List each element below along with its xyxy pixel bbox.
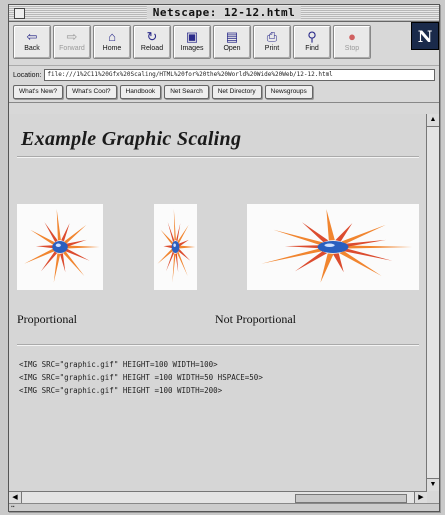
location-label: Location: xyxy=(13,71,42,79)
toolbar-button-label: Images xyxy=(180,45,204,52)
reload-icon: ↻ xyxy=(146,29,158,44)
back-arrow-icon: ⇦ xyxy=(26,29,38,44)
directory-button-what-s-cool[interactable]: What's Cool? xyxy=(66,85,117,99)
window-title: Netscape: 12-12.html xyxy=(146,6,302,19)
images-icon: ▣ xyxy=(185,29,199,44)
toolbar-button-label: Print xyxy=(264,45,280,52)
location-bar: Location: file:///1%2C11%20Gfx%20Scaling… xyxy=(9,66,439,84)
find-icon: ⚲ xyxy=(307,29,317,44)
stop-button[interactable]: ● Stop xyxy=(333,25,371,59)
toolbar-button-label: Reload xyxy=(140,45,164,52)
scroll-up-icon[interactable]: ▲ xyxy=(427,114,439,127)
scroll-down-icon[interactable]: ▼ xyxy=(427,478,439,491)
home-icon: ⌂ xyxy=(108,29,116,44)
vertical-scrollbar[interactable]: ▲ ▼ xyxy=(426,114,439,491)
scroll-thumb[interactable] xyxy=(295,494,407,503)
print-icon: ⎙ xyxy=(266,29,278,44)
caption-proportional: Proportional xyxy=(17,312,77,326)
directory-button-handbook[interactable]: Handbook xyxy=(119,85,162,99)
forward-button[interactable]: ⇨ Forward xyxy=(53,25,91,59)
divider xyxy=(17,344,419,346)
code-line: <IMG SRC="graphic.gif" HEIGHT =100 WIDTH… xyxy=(19,386,223,395)
netscape-logo: N xyxy=(411,22,439,50)
images-button[interactable]: ▣ Images xyxy=(173,25,211,59)
toolbar-button-label: Back xyxy=(24,45,40,52)
close-box[interactable] xyxy=(14,8,25,19)
starburst-graphic xyxy=(157,209,196,283)
browser-window: Netscape: 12-12.html ⇦ Back ⇨ Forward ⌂ Home ↻… xyxy=(8,4,440,512)
starburst-graphic xyxy=(261,209,413,283)
toolbar-button-label: Stop xyxy=(344,45,360,52)
stop-icon: ● xyxy=(348,29,356,44)
toolbar-button-label: Home xyxy=(102,45,122,52)
directory-button-newsgroups[interactable]: Newsgroups xyxy=(264,85,313,99)
caption-not-proportional: Not Proportional xyxy=(215,312,296,326)
back-button[interactable]: ⇦ Back xyxy=(13,25,51,59)
code-line: <IMG SRC="graphic.gif" HEIGHT=100 WIDTH=… xyxy=(19,360,218,369)
divider xyxy=(17,156,419,158)
directory-buttons: What's New? What's Cool? Handbook Net Searc… xyxy=(9,84,439,103)
page-heading: Example Graphic Scaling xyxy=(21,128,242,150)
find-button[interactable]: ⚲ Find xyxy=(293,25,331,59)
status-bar: ▪▪ xyxy=(9,503,439,511)
open-button[interactable]: ▤ Open xyxy=(213,25,251,59)
directory-button-what-s-new[interactable]: What's New? xyxy=(13,85,64,99)
graphic-wide xyxy=(247,204,419,290)
starburst-graphic xyxy=(24,209,100,283)
toolbar-button-label: Find xyxy=(305,45,319,52)
security-icon: ▪▪ xyxy=(11,504,15,510)
toolbar-button-label: Forward xyxy=(59,45,85,52)
page-content: Example Graphic Scaling Proportional Not… xyxy=(9,114,427,491)
graphic-proportional xyxy=(17,204,103,290)
location-input[interactable]: file:///1%2C11%20Gfx%20Scaling/HTML%20fo… xyxy=(44,69,435,81)
directory-button-net-directory[interactable]: Net Directory xyxy=(211,85,262,99)
code-line: <IMG SRC="graphic.gif" HEIGHT =100 WIDTH… xyxy=(19,373,263,382)
graphic-narrow xyxy=(154,204,197,290)
navigation-toolbar: ⇦ Back ⇨ Forward ⌂ Home ↻ Reload ▣ Images ▤ Open ⎙ Pr… xyxy=(9,22,439,66)
home-button[interactable]: ⌂ Home xyxy=(93,25,131,59)
directory-button-net-search[interactable]: Net Search xyxy=(164,85,209,99)
title-bar[interactable]: Netscape: 12-12.html xyxy=(9,5,439,22)
forward-arrow-icon: ⇨ xyxy=(66,29,78,44)
print-button[interactable]: ⎙ Print xyxy=(253,25,291,59)
open-icon: ▤ xyxy=(225,29,239,44)
toolbar-button-label: Open xyxy=(223,45,241,52)
reload-button[interactable]: ↻ Reload xyxy=(133,25,171,59)
